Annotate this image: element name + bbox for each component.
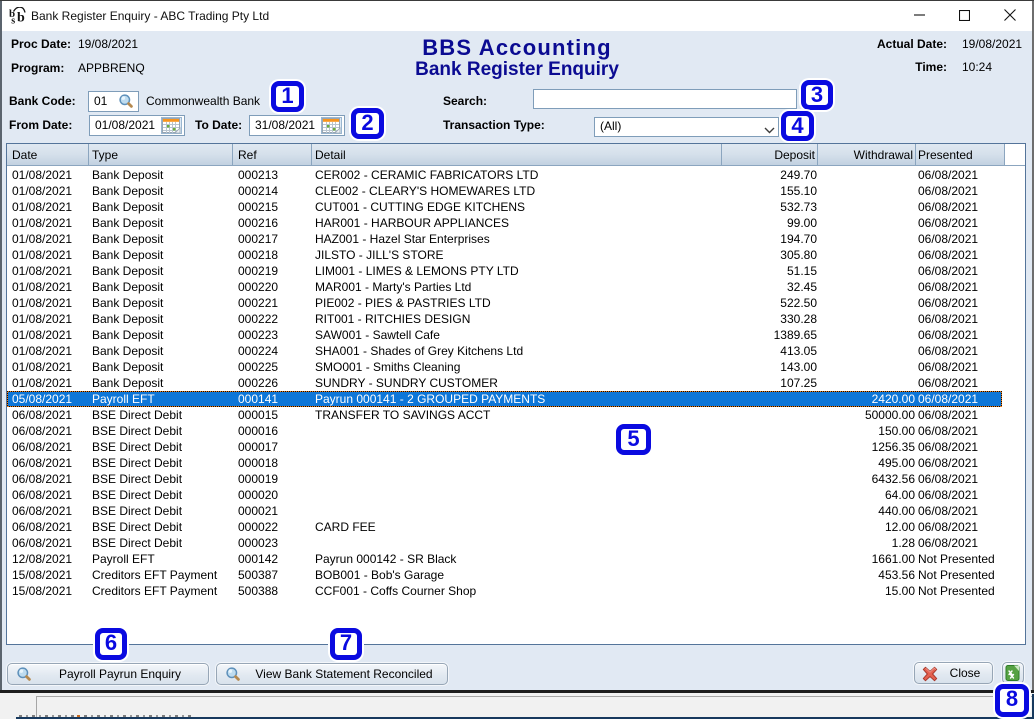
svg-text:b: b	[17, 11, 25, 25]
svg-text:s: s	[11, 16, 15, 25]
